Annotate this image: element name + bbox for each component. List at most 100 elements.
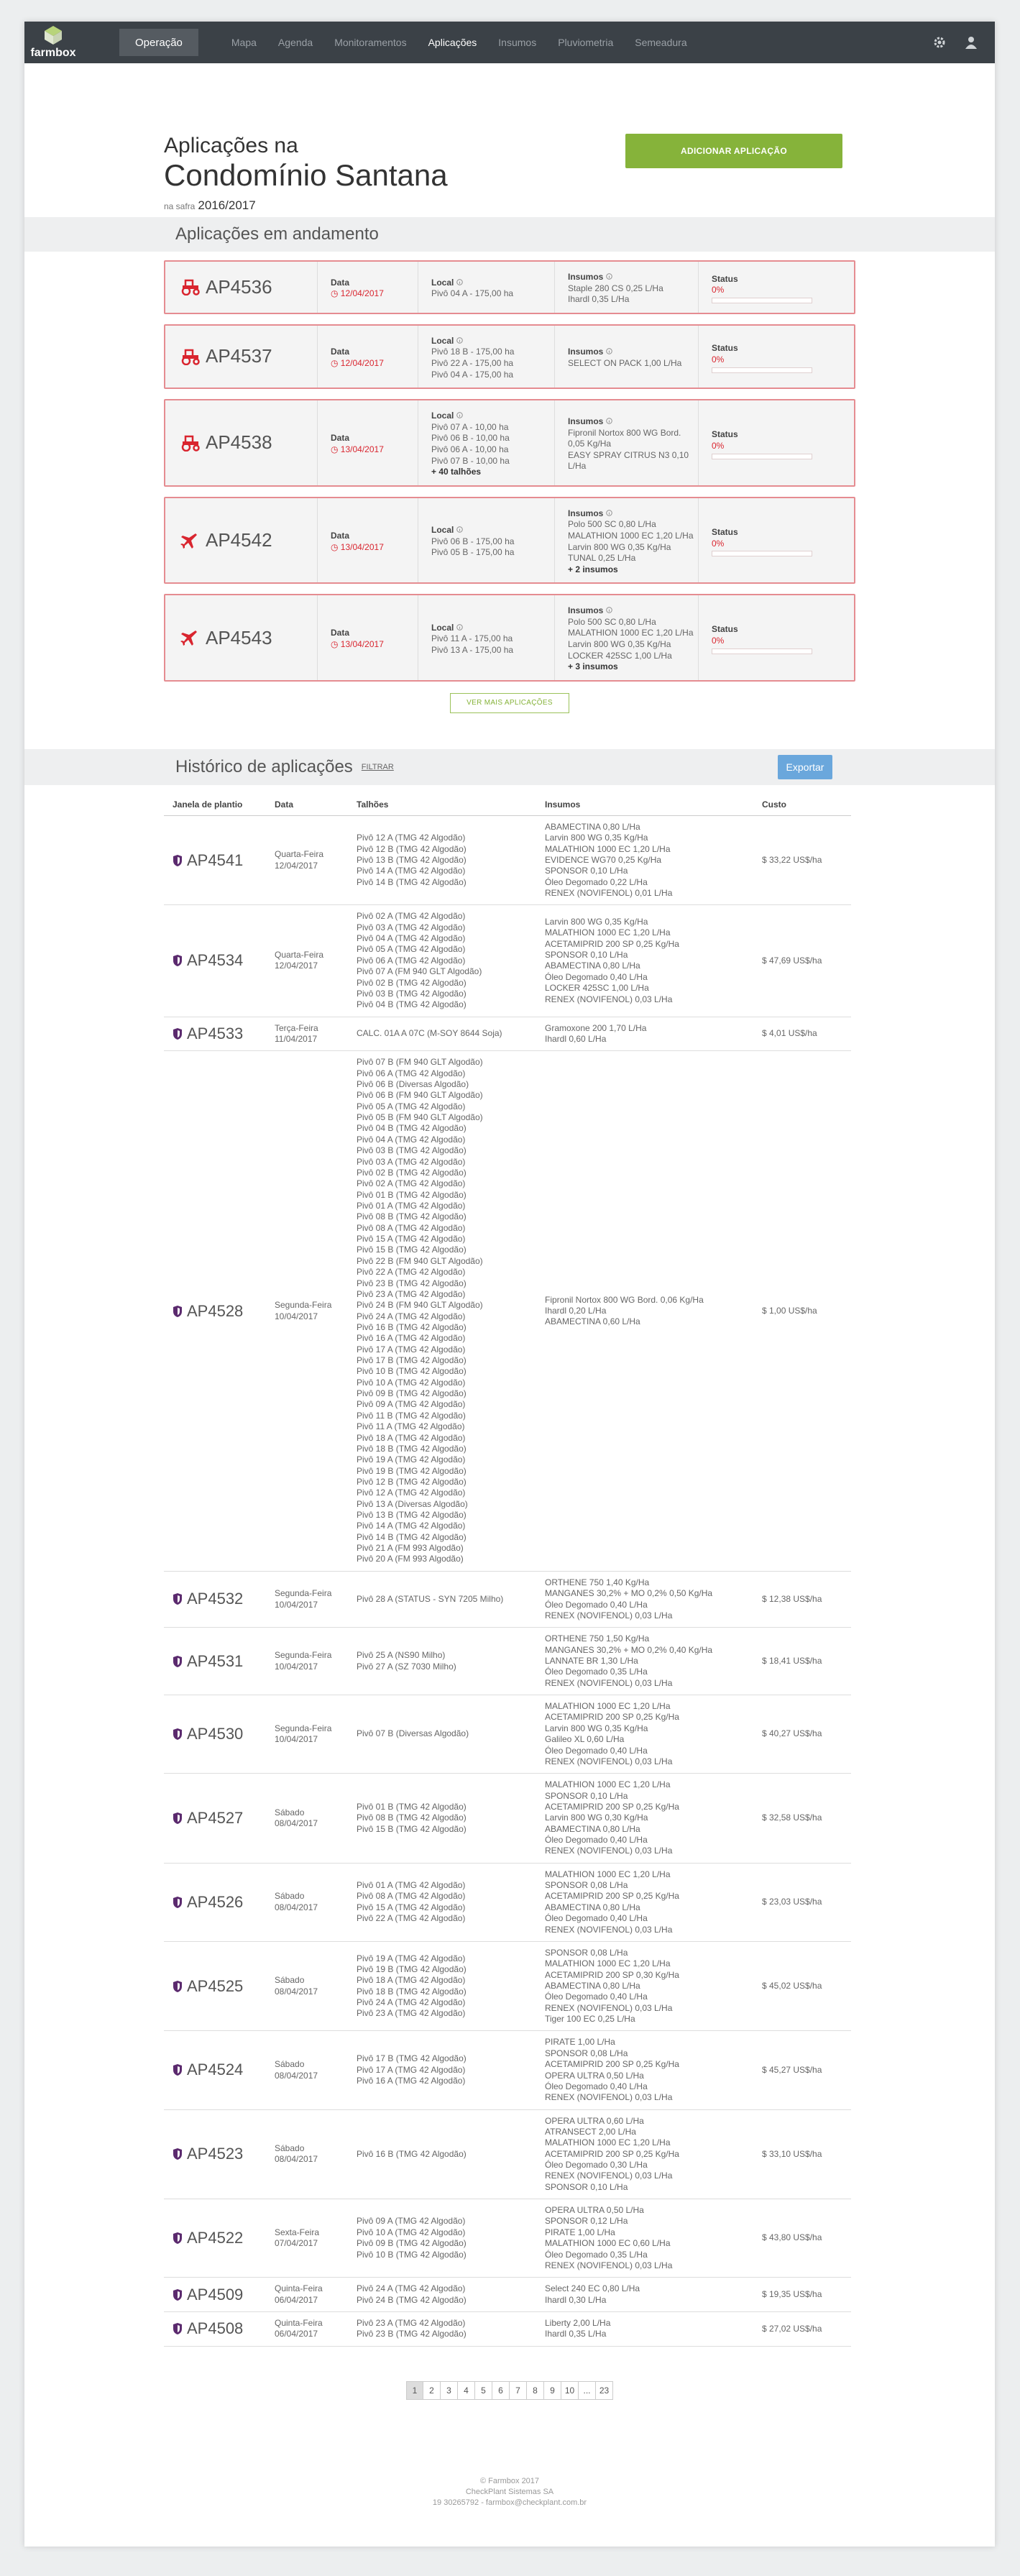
brand-logo[interactable]: farmbox: [30, 25, 76, 60]
insumos-more[interactable]: + 2 insumos: [568, 564, 698, 576]
application-id-cell[interactable]: AP4522: [164, 2199, 266, 2278]
shield-icon: [173, 852, 183, 866]
date-value: ◷ 13/04/2017: [331, 541, 384, 552]
nav-item-mapa[interactable]: Mapa: [231, 37, 257, 48]
insumo-item: RENEX (NOVIFENOL) 0,03 L/Ha: [545, 2171, 673, 2181]
page-9[interactable]: 9: [544, 2380, 561, 2400]
nav-item-monitoramentos[interactable]: Monitoramentos: [334, 37, 406, 48]
application-id-cell[interactable]: AP4532: [164, 1571, 266, 1628]
talhao-item: Pivô 13 B (TMG 42 Algodão): [357, 854, 467, 865]
history-row[interactable]: AP4530 Segunda-Feira 10/04/2017 Pivô 07 B (…: [164, 1695, 851, 1774]
application-id-cell[interactable]: AP4527: [164, 1773, 266, 1864]
shield-icon: [173, 1590, 183, 1605]
insumos-cell: ORTHENE 750 1,50 Kg/Ha MANGANES 30,2% + M…: [536, 1627, 753, 1696]
talhoes-cell: Pivô 24 A (TMG 42 Algodão) Pivô 24 B (TMG…: [348, 2277, 536, 2312]
application-id[interactable]: AP4542: [165, 498, 318, 583]
application-id-cell[interactable]: AP4533: [164, 1017, 266, 1052]
insumo-item: LOCKER 425SC 1,00 L/Ha: [545, 983, 649, 994]
history-row[interactable]: AP4541 Quarta-Feira 12/04/2017 Pivô 12 A (T…: [164, 815, 851, 906]
application-id-cell[interactable]: AP4525: [164, 1941, 266, 2032]
talhao-item: Pivô 19 B (TMG 42 Algodão): [357, 1465, 467, 1476]
nav-item-pluviometria[interactable]: Pluviometria: [558, 37, 613, 48]
application-id-label: AP4543: [206, 626, 272, 648]
application-id-cell[interactable]: AP4534: [164, 904, 266, 1017]
weekday: Quarta-Feira: [275, 849, 324, 860]
insumo-item: MALATHION 1000 EC 0,60 L/Ha: [545, 2238, 671, 2249]
insumos-more[interactable]: + 3 insumos: [568, 661, 698, 673]
history-row[interactable]: AP4522 Sexta-Feira 07/04/2017 Pivô 09 A (TM…: [164, 2199, 851, 2278]
ongoing-application-card[interactable]: AP4543 Data ◷ 13/04/2017 Local Pivô 11 A - …: [164, 594, 855, 682]
application-id-cell[interactable]: AP4528: [164, 1050, 266, 1572]
page-10[interactable]: 10: [561, 2380, 579, 2400]
application-id-cell[interactable]: AP4541: [164, 815, 266, 906]
status-progress-bar: [712, 551, 812, 557]
date: 08/04/2017: [275, 1902, 318, 1912]
weekday: Sábado: [275, 1807, 305, 1818]
application-id-cell[interactable]: AP4531: [164, 1627, 266, 1696]
application-id-cell[interactable]: AP4509: [164, 2277, 266, 2312]
page-3[interactable]: 3: [441, 2380, 458, 2400]
insumo-item: LOCKER 425SC 1,00 L/Ha: [568, 650, 672, 661]
page-23[interactable]: 23: [596, 2380, 613, 2400]
local-more[interactable]: + 40 talhões: [431, 467, 554, 478]
filter-link[interactable]: FILTRAR: [362, 763, 394, 771]
talhao-item: Pivô 16 B (TMG 42 Algodão): [357, 2148, 467, 2159]
history-row[interactable]: AP4524 Sábado 08/04/2017 Pivô 17 B (TMG 42 …: [164, 2030, 851, 2110]
insumos-label: Insumos: [568, 416, 698, 428]
history-row[interactable]: AP4525 Sábado 08/04/2017 Pivô 19 A (TMG 42 …: [164, 1941, 851, 2032]
application-id-cell[interactable]: AP4524: [164, 2030, 266, 2110]
add-application-button[interactable]: ADICIONAR APLICAÇÃO: [625, 134, 842, 168]
operation-mode-button[interactable]: Operação: [119, 29, 198, 56]
page-7[interactable]: 7: [510, 2380, 527, 2400]
nav-item-agenda[interactable]: Agenda: [278, 37, 313, 48]
history-row[interactable]: AP4523 Sábado 08/04/2017 Pivô 16 B (TMG 42 …: [164, 2109, 851, 2200]
ongoing-application-card[interactable]: AP4537 Data ◷ 12/04/2017 Local Pivô 18 B - …: [164, 324, 855, 390]
history-row[interactable]: AP4528 Segunda-Feira 10/04/2017 Pivô 07 B (…: [164, 1050, 851, 1572]
talhao-item: Pivô 08 A (TMG 42 Algodão): [357, 1222, 466, 1233]
page-8[interactable]: 8: [527, 2380, 544, 2400]
application-id[interactable]: AP4538: [165, 400, 318, 485]
see-more-applications-button[interactable]: VER MAIS APLICAÇÕES: [450, 692, 569, 713]
history-row[interactable]: AP4526 Sábado 08/04/2017 Pivô 01 A (TMG 42 …: [164, 1863, 851, 1942]
page-5[interactable]: 5: [475, 2380, 492, 2400]
history-row[interactable]: AP4534 Quarta-Feira 12/04/2017 Pivô 02 A (T…: [164, 904, 851, 1017]
application-id[interactable]: AP4537: [165, 325, 318, 388]
history-row[interactable]: AP4509 Quinta-Feira 06/04/2017 Pivô 24 A (T…: [164, 2277, 851, 2312]
insumo-item: ABAMECTINA 0,80 L/Ha: [545, 1823, 640, 1834]
history-row[interactable]: AP4527 Sábado 08/04/2017 Pivô 01 B (TMG 42 …: [164, 1773, 851, 1864]
history-row[interactable]: AP4532 Segunda-Feira 10/04/2017 Pivô 28 A (…: [164, 1571, 851, 1628]
date-label: Data: [331, 628, 350, 638]
application-id-cell[interactable]: AP4523: [164, 2109, 266, 2200]
history-row[interactable]: AP4531 Segunda-Feira 10/04/2017 Pivô 25 A (…: [164, 1627, 851, 1696]
history-row[interactable]: AP4508 Quinta-Feira 06/04/2017 Pivô 23 A (T…: [164, 2311, 851, 2347]
shield-icon: [173, 2229, 183, 2245]
talhao-item: Pivô 11 B (TMG 42 Algodão): [357, 1410, 466, 1421]
application-id-cell[interactable]: AP4530: [164, 1695, 266, 1774]
page-2[interactable]: 2: [423, 2380, 441, 2400]
application-id[interactable]: AP4536: [165, 262, 318, 313]
nav-item-insumos[interactable]: Insumos: [498, 37, 536, 48]
history-row[interactable]: AP4533 Terça-Feira 11/04/2017 CALC. 01A A 0…: [164, 1017, 851, 1052]
application-id[interactable]: AP4543: [165, 595, 318, 680]
gear-icon[interactable]: [933, 36, 946, 49]
application-id-cell[interactable]: AP4526: [164, 1863, 266, 1942]
nav-item-aplicacoes[interactable]: Aplicações: [428, 37, 477, 48]
ongoing-application-card[interactable]: AP4536 Data ◷ 12/04/2017 Local Pivô 04 A - …: [164, 260, 855, 314]
page-4[interactable]: 4: [458, 2380, 475, 2400]
page-6[interactable]: 6: [492, 2380, 510, 2400]
user-icon[interactable]: [965, 36, 978, 49]
ongoing-application-card[interactable]: AP4542 Data ◷ 13/04/2017 Local Pivô 06 B - …: [164, 496, 855, 585]
ongoing-application-card[interactable]: AP4538 Data ◷ 13/04/2017 Local Pivô 07 A - …: [164, 399, 855, 487]
insumo-item: TUNAL 0,25 L/Ha: [568, 553, 636, 564]
weekday: Segunda-Feira: [275, 1300, 332, 1311]
application-id-cell[interactable]: AP4508: [164, 2311, 266, 2347]
talhao-item: Pivô 18 A (TMG 42 Algodão): [357, 1432, 466, 1443]
shield-icon: [173, 952, 183, 967]
insumo-item: Larvin 800 WG 0,35 Kg/Ha: [568, 639, 671, 650]
date-cell: Sexta-Feira 07/04/2017: [266, 2199, 348, 2278]
export-button[interactable]: Exportar: [778, 754, 832, 779]
nav-item-semeadura[interactable]: Semeadura: [635, 37, 686, 48]
page-1[interactable]: 1: [406, 2380, 423, 2400]
talhao-item: Pivô 19 A (TMG 42 Algodão): [357, 1454, 466, 1465]
footer-contact[interactable]: 19 30265792 - farmbox@checkplant.com.br: [24, 2498, 995, 2508]
